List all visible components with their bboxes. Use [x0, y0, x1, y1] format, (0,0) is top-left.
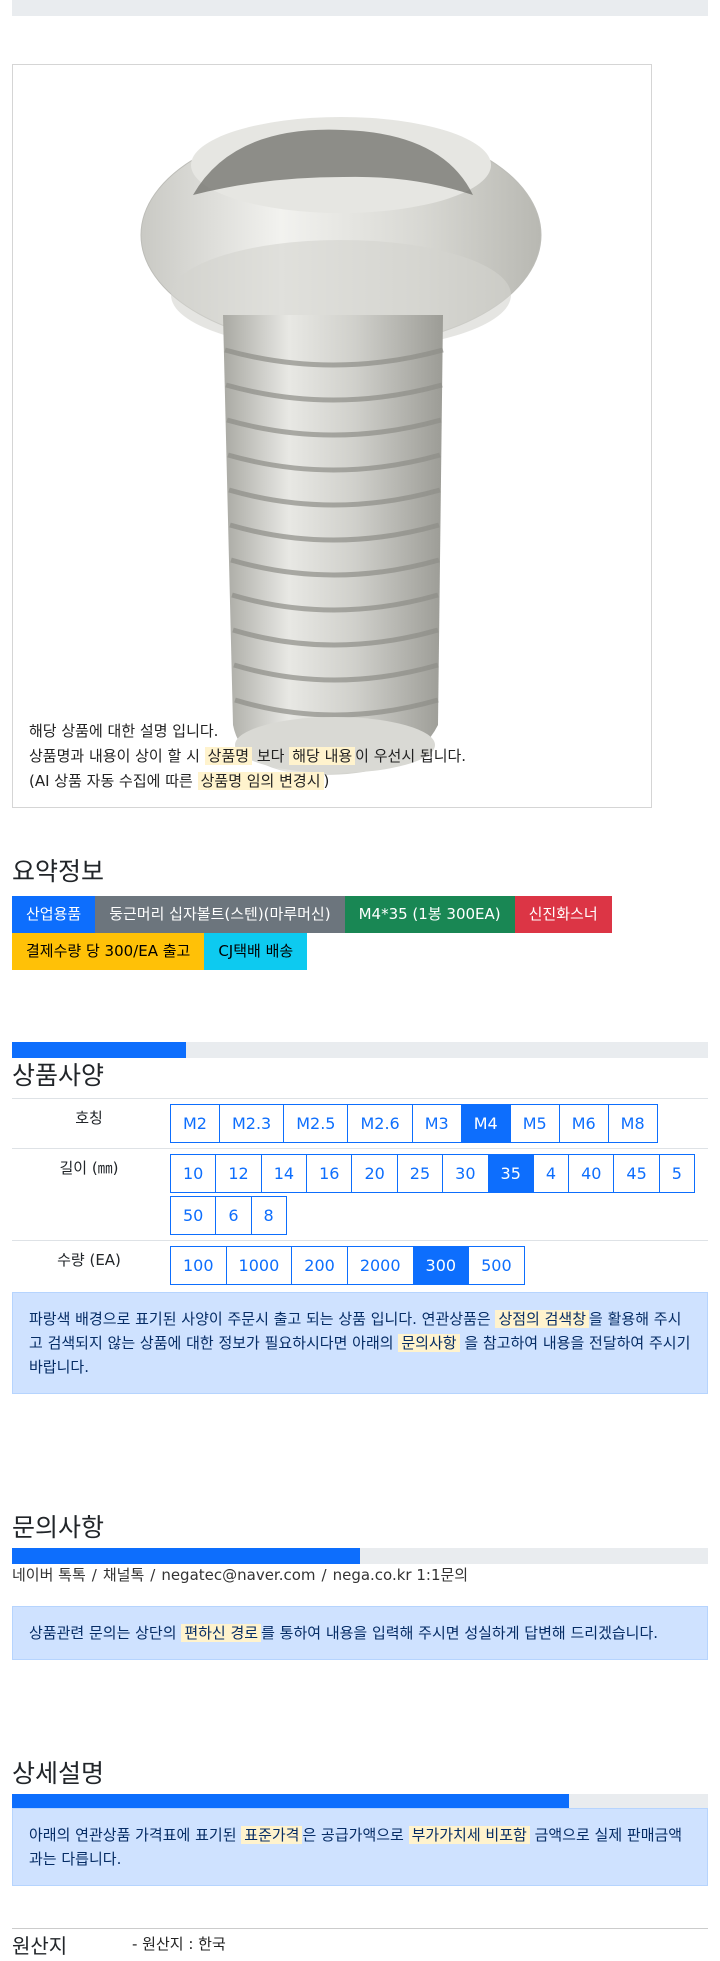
spec-option-button[interactable]: M2.6 — [347, 1104, 413, 1143]
text: 보다 — [252, 747, 290, 765]
naver-talk-link[interactable]: 네이버 톡톡 — [12, 1566, 86, 1584]
highlight: 상점의 검색창 — [495, 1310, 590, 1328]
spec-option-button[interactable]: M5 — [509, 1104, 560, 1143]
product-description: 해당 상품에 대한 설명 입니다. 상품명과 내용이 상이 할 시 상품명 보다… — [29, 719, 466, 794]
spec-table: 호칭 M2 M2.3 M2.5 M2.6 M3 M4 M5 M6 M8 길이 (㎜) 10 12 14 16… — [12, 1098, 708, 1290]
spec-options: M2 M2.3 M2.5 M2.6 M3 M4 M5 M6 M8 — [166, 1098, 708, 1149]
spec-options: 100 1000 200 2000 300 500 — [166, 1240, 708, 1290]
product-image — [140, 117, 542, 775]
spec-row: 길이 (㎜) 10 12 14 16 20 25 30 35 4 40 45 5 50 6 8 — [12, 1148, 708, 1241]
separator: / — [321, 1566, 327, 1584]
spec-row: 호칭 M2 M2.3 M2.5 M2.6 M3 M4 M5 M6 M8 — [12, 1098, 708, 1149]
spec-title: 상품사양 — [12, 1061, 105, 1090]
progress-fill — [12, 1548, 360, 1564]
spec-option-button[interactable]: M8 — [607, 1104, 658, 1143]
highlight: 문의사항 — [398, 1334, 460, 1352]
origin-value: - 원산지 : 한국 — [132, 1935, 226, 1953]
highlight: 상품명 임의 변경시 — [197, 772, 324, 790]
separator: / — [150, 1566, 156, 1584]
spec-option-button[interactable]: M6 — [558, 1104, 609, 1143]
spec-option-button[interactable]: 35 — [487, 1154, 534, 1193]
text: ) — [323, 772, 330, 790]
spec-option-button[interactable]: M4 — [460, 1104, 511, 1143]
spec-option-button[interactable]: 16 — [306, 1154, 353, 1193]
spec-option-button[interactable]: 5 — [658, 1154, 695, 1193]
summary-title: 요약정보 — [12, 857, 105, 886]
text: 상품명과 내용이 상이 할 시 — [29, 747, 205, 765]
spec-option-button[interactable]: M2 — [170, 1104, 220, 1143]
top-progress-bar — [12, 0, 708, 16]
email-link[interactable]: negatec@naver.com — [161, 1566, 315, 1584]
spec-option-button[interactable]: 8 — [250, 1196, 287, 1235]
text: 이 우선시 됩니다. — [355, 747, 467, 765]
spec-option-button[interactable]: 100 — [170, 1246, 227, 1285]
spec-option-button[interactable]: 30 — [442, 1154, 489, 1193]
spec-option-button[interactable]: 25 — [396, 1154, 444, 1193]
spec-row-label: 길이 (㎜) — [12, 1148, 166, 1241]
description-line: 해당 상품에 대한 설명 입니다. — [29, 722, 219, 740]
highlight: 부가가치세 비포함 — [408, 1826, 530, 1844]
spec-progress-bar — [12, 1042, 708, 1058]
spec-option-button[interactable]: 1000 — [225, 1246, 293, 1285]
channel-talk-link[interactable]: 채널톡 — [103, 1566, 144, 1584]
spec-option-button[interactable]: 4 — [532, 1154, 570, 1193]
text: 상품관련 문의는 상단의 — [29, 1624, 182, 1642]
spec-option-button[interactable]: 10 — [170, 1154, 217, 1193]
spec-option-button[interactable]: 6 — [215, 1196, 252, 1235]
separator: / — [91, 1566, 97, 1584]
brand-badge: 신진화스너 — [514, 896, 612, 933]
spec-row: 수량 (EA) 100 1000 200 2000 300 500 — [12, 1240, 708, 1290]
description-line: (AI 상품 자동 수집에 따른 상품명 임의 변경시) — [29, 769, 466, 794]
spec-option-button[interactable]: 500 — [468, 1246, 525, 1285]
spec-option-button[interactable]: 12 — [215, 1154, 262, 1193]
spec-row-label: 호칭 — [12, 1098, 166, 1149]
spec-option-button[interactable]: 40 — [568, 1154, 615, 1193]
highlight: 상품명 — [204, 747, 253, 765]
highlight: 표준가격 — [241, 1826, 303, 1844]
detail-title: 상세설명 — [12, 1759, 105, 1788]
origin-label: 원산지 — [12, 1934, 68, 1958]
inquiry-title: 문의사항 — [12, 1513, 105, 1542]
product-name-badge: 둥근머리 십자볼트(스텐)(마루머신) — [95, 896, 345, 933]
site-inquiry-link[interactable]: nega.co.kr 1:1문의 — [333, 1566, 469, 1584]
highlight: 해당 내용 — [289, 747, 356, 765]
inquiry-notice: 상품관련 문의는 상단의 편하신 경로 를 통하여 내용을 입력해 주시면 성실하… — [12, 1606, 708, 1660]
spec-option-button[interactable]: 20 — [351, 1154, 398, 1193]
spec-option-button[interactable]: M3 — [411, 1104, 462, 1143]
text: (AI 상품 자동 수집에 따른 — [29, 772, 198, 790]
spec-option-button[interactable]: M2.5 — [283, 1104, 349, 1143]
spec-option-button[interactable]: 45 — [613, 1154, 660, 1193]
description-line: 상품명과 내용이 상이 할 시 상품명 보다 해당 내용 이 우선시 됩니다. — [29, 744, 466, 769]
product-card: 해당 상품에 대한 설명 입니다. 상품명과 내용이 상이 할 시 상품명 보다… — [12, 64, 652, 808]
spec-option-button[interactable]: 14 — [260, 1154, 308, 1193]
shipping-badge: CJ택배 배송 — [204, 933, 308, 970]
inquiry-progress-bar — [12, 1548, 708, 1564]
spec-notice: 파랑색 배경으로 표기된 사양이 주문시 출고 되는 상품 입니다. 연관상품은… — [12, 1292, 708, 1394]
category-badge: 산업용품 — [12, 896, 96, 933]
spec-option-button[interactable]: 200 — [291, 1246, 348, 1285]
spec-badge: M4*35 (1봉 300EA) — [344, 896, 515, 933]
highlight: 편하신 경로 — [181, 1624, 262, 1642]
text: 를 통하여 내용을 입력해 주시면 성실하게 답변해 드리겠습니다. — [261, 1624, 659, 1642]
spec-option-button[interactable]: 300 — [412, 1246, 470, 1285]
contact-links: 네이버 톡톡 / 채널톡 / negatec@naver.com / nega.co.kr … — [12, 1564, 468, 1585]
summary-badges: 산업용품 둥근머리 십자볼트(스텐)(마루머신) M4*35 (1봉 300EA… — [12, 896, 712, 970]
quantity-badge: 결제수량 당 300/EA 출고 — [12, 933, 205, 970]
spec-options: 10 12 14 16 20 25 30 35 4 40 45 5 50 6 8 — [166, 1148, 708, 1241]
spec-option-button[interactable]: 2000 — [346, 1246, 414, 1285]
text: 파랑색 배경으로 표기된 사양이 주문시 출고 되는 상품 입니다. 연관상품은 — [29, 1310, 496, 1328]
spec-row-label: 수량 (EA) — [12, 1240, 166, 1290]
spec-option-button[interactable]: M2.3 — [218, 1104, 285, 1143]
detail-notice: 아래의 연관상품 가격표에 표기된 표준가격 은 공급가액으로 부가가치세 비포함… — [12, 1808, 708, 1886]
text: 아래의 연관상품 가격표에 표기된 — [29, 1826, 242, 1844]
text: 은 공급가액으로 — [302, 1826, 409, 1844]
divider — [12, 1928, 708, 1929]
spec-option-button[interactable]: 50 — [170, 1196, 217, 1235]
